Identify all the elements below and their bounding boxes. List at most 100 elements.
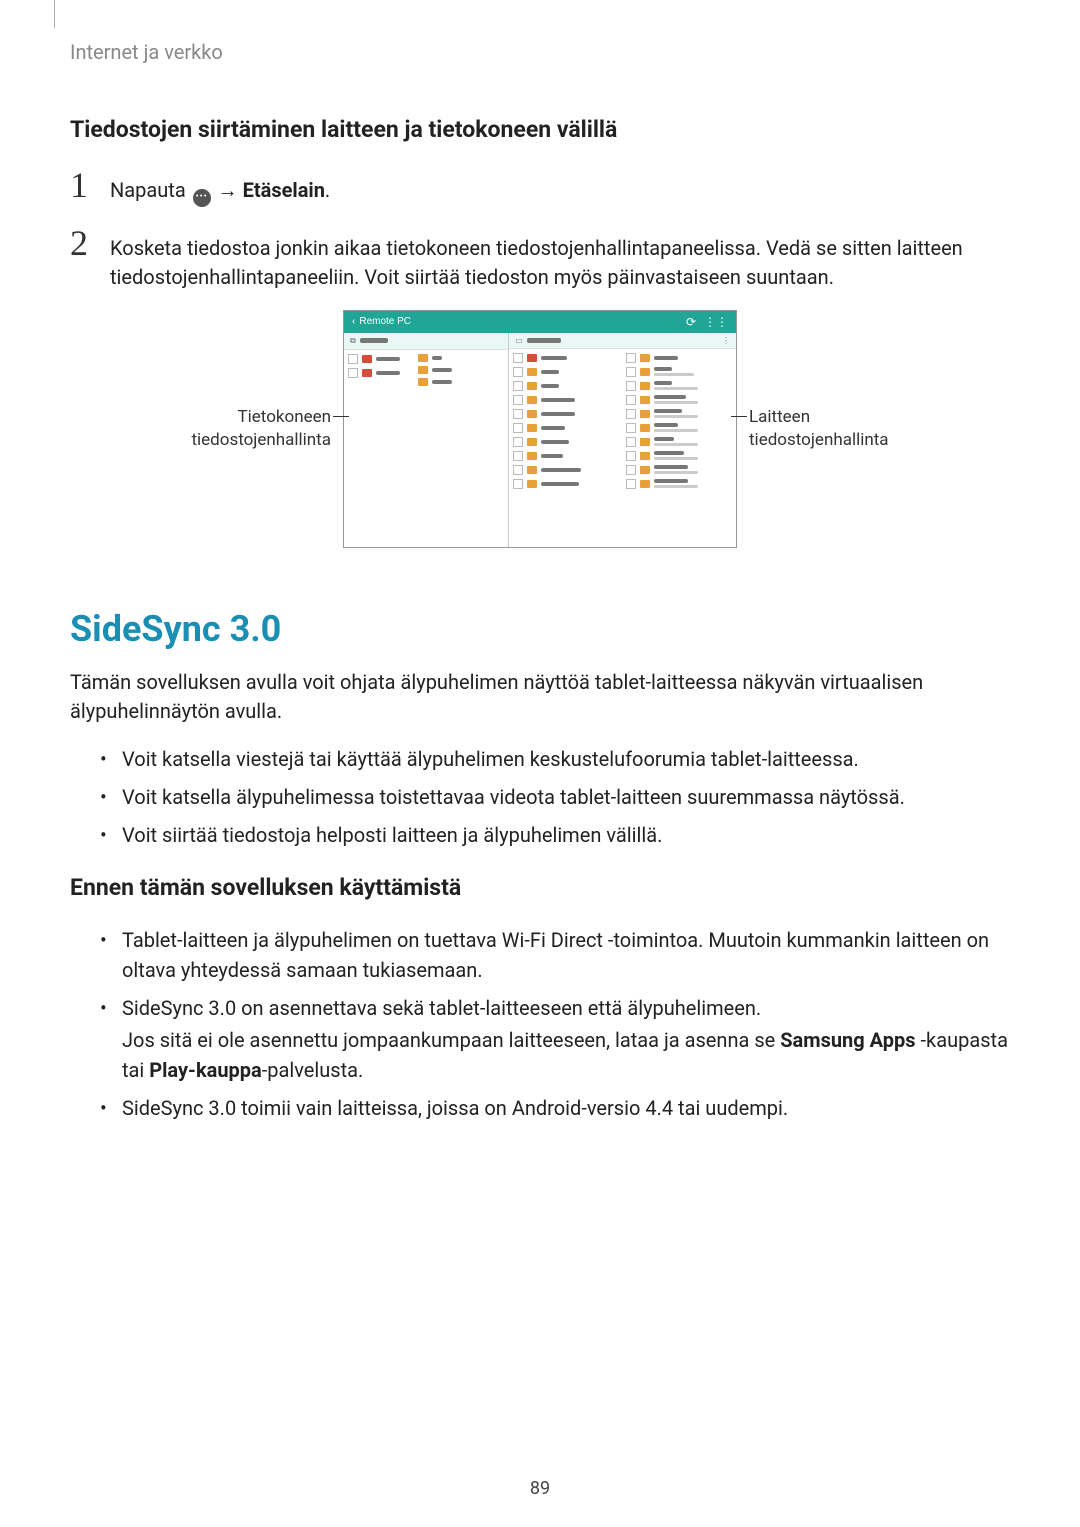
step-text: Kosketa tiedostoa jonkin aikaa tietokone… bbox=[110, 234, 1010, 292]
more-options-icon: ••• bbox=[193, 189, 211, 207]
file-row bbox=[513, 449, 619, 463]
figure-label-right: Laitteen tiedostojenhallinta bbox=[749, 406, 939, 452]
folder-icon bbox=[527, 382, 537, 390]
blur-text bbox=[654, 443, 698, 446]
checkbox-icon bbox=[513, 409, 523, 419]
blur-text bbox=[654, 356, 678, 360]
checkbox-icon bbox=[513, 353, 523, 363]
blur-text bbox=[654, 373, 694, 376]
checkbox-icon bbox=[348, 354, 358, 364]
file-row bbox=[626, 379, 732, 393]
t: . bbox=[325, 178, 330, 202]
folder-icon bbox=[362, 369, 372, 377]
folder-icon bbox=[362, 355, 372, 363]
checkbox-icon bbox=[626, 451, 636, 461]
device-body: ⧉ ▭ ⋮ bbox=[344, 333, 736, 547]
section2-sub-bullets: Tablet-laitteen ja älypuhelimen on tuett… bbox=[70, 925, 1010, 1123]
blur-text bbox=[432, 356, 442, 360]
checkbox-icon bbox=[513, 367, 523, 377]
checkbox-icon bbox=[626, 437, 636, 447]
blur-text bbox=[654, 471, 698, 474]
folder-icon bbox=[640, 410, 650, 418]
file-row bbox=[626, 351, 732, 365]
folder-icon bbox=[640, 354, 650, 362]
file-row bbox=[626, 407, 732, 421]
file-row bbox=[513, 421, 619, 435]
folder-icon bbox=[640, 452, 650, 460]
checkbox-icon bbox=[513, 381, 523, 391]
pane-header: ▭ ⋮ bbox=[509, 333, 736, 349]
blur-text bbox=[541, 454, 563, 458]
folder-icon bbox=[527, 368, 537, 376]
document-page: Internet ja verkko Tiedostojen siirtämin… bbox=[0, 0, 1080, 1527]
section2-title: SideSync 3.0 bbox=[70, 608, 1010, 650]
pane-header: ⧉ bbox=[344, 333, 508, 350]
device-topbar: ‹ Remote PC ⟳ ⋮⋮ bbox=[344, 311, 736, 333]
chevron-left-icon: ‹ bbox=[352, 316, 355, 327]
checkbox-icon bbox=[513, 479, 523, 489]
step-list: 1 Napauta ••• → Etäselain. 2 Kosketa tie… bbox=[70, 167, 1010, 292]
kebab-icon: ⋮ bbox=[722, 336, 730, 345]
t: Napauta bbox=[110, 178, 191, 202]
t: Tietokoneen bbox=[238, 407, 332, 427]
refresh-icon: ⟳ bbox=[686, 315, 696, 329]
step-number: 2 bbox=[70, 225, 110, 261]
file-row bbox=[626, 463, 732, 477]
blur-text bbox=[654, 457, 698, 460]
device-icon: ▭ bbox=[515, 336, 523, 345]
file-row bbox=[626, 365, 732, 379]
file-row bbox=[513, 379, 619, 393]
topbar-back: ‹ Remote PC bbox=[352, 316, 411, 327]
blur-text bbox=[654, 395, 686, 399]
blur-text bbox=[654, 423, 678, 427]
folder-icon bbox=[640, 396, 650, 404]
list-item: SideSync 3.0 on asennettava sekä tablet-… bbox=[100, 993, 1010, 1085]
figure-label-left: Tietokoneen tiedostojenhallinta bbox=[141, 406, 331, 452]
blur-text bbox=[654, 429, 698, 432]
folder-icon bbox=[640, 466, 650, 474]
checkbox-icon bbox=[513, 465, 523, 475]
blur-text bbox=[654, 381, 672, 385]
blur-text bbox=[654, 409, 682, 413]
blur-text bbox=[541, 468, 581, 472]
checkbox-icon bbox=[626, 409, 636, 419]
step-number: 1 bbox=[70, 167, 110, 203]
blur-text bbox=[432, 368, 452, 372]
section2-intro: Tämän sovelluksen avulla voit ohjata äly… bbox=[70, 668, 1010, 726]
disk-icon: ⧉ bbox=[350, 336, 356, 346]
folder-icon bbox=[527, 410, 537, 418]
blur-text bbox=[541, 440, 569, 444]
topbar-title: Remote PC bbox=[359, 316, 411, 327]
file-row bbox=[348, 352, 400, 366]
screenshot-figure: Tietokoneen tiedostojenhallinta ‹ Remote… bbox=[70, 310, 1010, 548]
folder-icon bbox=[640, 438, 650, 446]
top-rule bbox=[54, 0, 55, 28]
folder-icon bbox=[640, 368, 650, 376]
file-row bbox=[513, 407, 619, 421]
blur-text bbox=[432, 380, 452, 384]
folder-icon bbox=[527, 466, 537, 474]
pc-file-panel: ⧉ bbox=[344, 333, 509, 547]
t: -palvelusta. bbox=[262, 1058, 364, 1082]
blur-text bbox=[527, 338, 561, 343]
file-row bbox=[626, 393, 732, 407]
list-item: Voit katsella älypuhelimessa toistettava… bbox=[100, 782, 1010, 812]
folder-icon bbox=[640, 382, 650, 390]
blur-text bbox=[376, 371, 400, 375]
blur-text bbox=[541, 356, 567, 360]
checkbox-icon bbox=[348, 368, 358, 378]
folder-icon bbox=[418, 378, 428, 386]
t: Laitteen bbox=[749, 407, 810, 427]
section2-bullets: Voit katsella viestejä tai käyttää älypu… bbox=[70, 744, 1010, 850]
folder-icon bbox=[527, 438, 537, 446]
device-file-panel: ▭ ⋮ bbox=[509, 333, 736, 547]
file-row bbox=[626, 435, 732, 449]
t: → bbox=[218, 178, 243, 202]
checkbox-icon bbox=[626, 353, 636, 363]
file-row bbox=[513, 435, 619, 449]
checkbox-icon bbox=[626, 479, 636, 489]
file-row bbox=[513, 351, 619, 365]
folder-icon bbox=[527, 354, 537, 362]
file-row bbox=[513, 393, 619, 407]
folder-icon bbox=[527, 424, 537, 432]
